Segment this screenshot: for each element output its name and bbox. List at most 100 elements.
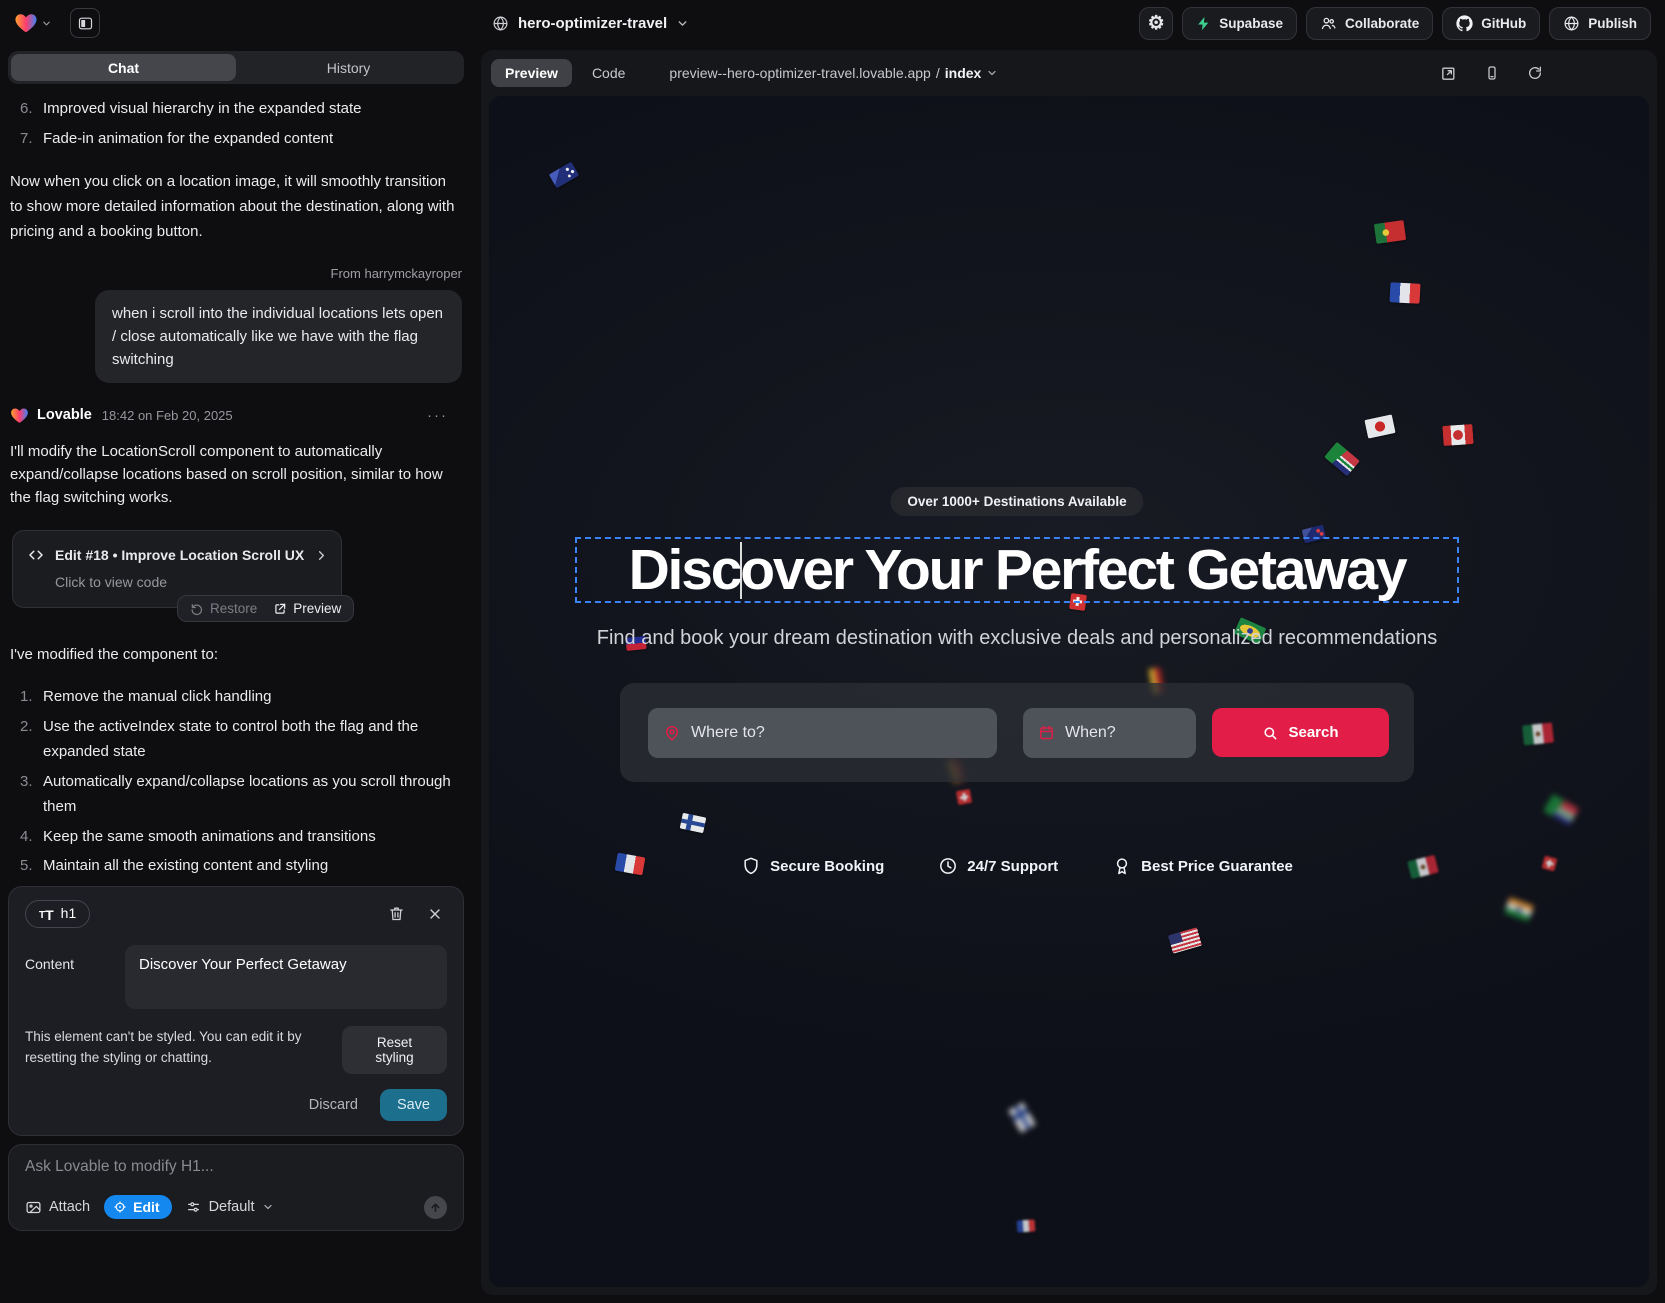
supabase-bolt-icon — [1196, 16, 1211, 31]
feature-label: 24/7 Support — [967, 858, 1058, 875]
refresh-icon[interactable] — [1527, 65, 1543, 81]
magnifier-icon — [1262, 725, 1278, 741]
editor-header: TT h1 — [25, 900, 447, 929]
edit-mode-chip[interactable]: Edit — [104, 1195, 171, 1219]
open-external-icon[interactable] — [1440, 65, 1457, 82]
more-menu-icon[interactable]: ··· — [427, 403, 448, 428]
list-number: 4. — [20, 824, 33, 850]
list-item: 4. Keep the same smooth animations and t… — [10, 824, 462, 850]
search-button[interactable]: Search — [1212, 708, 1389, 757]
tab-history[interactable]: History — [236, 54, 461, 81]
project-name: hero-optimizer-travel — [518, 15, 667, 32]
save-button[interactable]: Save — [380, 1089, 447, 1121]
content-textarea[interactable]: Discover Your Perfect Getaway — [125, 945, 447, 1009]
reset-styling-button[interactable]: Reset styling — [342, 1026, 447, 1074]
chevron-right-icon — [314, 548, 329, 563]
style-note: This element can't be styled. You can ed… — [25, 1026, 342, 1068]
shield-icon — [741, 856, 761, 876]
h1-selection-outline[interactable]: Discover Your Perfect Getaway — [575, 537, 1459, 603]
list-item: 7. Fade-in animation for the expanded co… — [10, 126, 462, 152]
list-number: 3. — [20, 769, 33, 795]
editor-note-row: This element can't be styled. You can ed… — [25, 1026, 447, 1074]
discard-button[interactable]: Discard — [309, 1097, 358, 1113]
supabase-button[interactable]: Supabase — [1182, 7, 1297, 40]
topbar-actions: ⚙ Supabase Collaborate GitHub — [1139, 7, 1651, 40]
edit-version-card[interactable]: Edit #18 • Improve Location Scroll UX Cl… — [12, 530, 342, 608]
hero-title[interactable]: Discover Your Perfect Getaway — [629, 537, 1406, 603]
edit-card-subtitle: Click to view code — [55, 573, 327, 591]
chat-scroll-area[interactable]: 6. Improved visual hierarchy in the expa… — [0, 96, 472, 880]
attach-button[interactable]: Attach — [25, 1199, 90, 1216]
people-icon — [1320, 15, 1337, 32]
close-icon[interactable] — [427, 906, 443, 922]
chat-input-toolbar: Attach Edit Default — [25, 1195, 447, 1219]
list-text: Keep the same smooth animations and tran… — [43, 828, 376, 845]
where-field[interactable] — [648, 708, 997, 758]
settings-button[interactable]: ⚙ — [1139, 7, 1173, 40]
sidebar-toggle-button[interactable] — [70, 8, 100, 38]
list-text: Use the activeIndex state to control bot… — [43, 718, 418, 761]
preview-pane: Preview Code preview--hero-optimizer-tra… — [481, 50, 1657, 1295]
tab-code[interactable]: Code — [578, 59, 639, 87]
restore-label: Restore — [210, 596, 257, 621]
preview-viewport[interactable]: Over 1000+ Destinations Available Discov… — [489, 96, 1649, 1287]
when-input[interactable] — [1065, 724, 1181, 742]
model-selector[interactable]: Default — [186, 1199, 274, 1215]
list-number: 1. — [20, 684, 33, 710]
chat-input-card: Attach Edit Default — [8, 1144, 464, 1231]
list-item: 2. Use the activeIndex state to control … — [10, 714, 462, 765]
list-text: Automatically expand/collapse locations … — [43, 773, 451, 816]
feature-secure-booking: Secure Booking — [741, 856, 884, 876]
content-label: Content — [25, 945, 125, 1009]
external-link-icon — [273, 602, 287, 616]
tab-preview[interactable]: Preview — [491, 59, 572, 87]
collaborate-label: Collaborate — [1345, 16, 1419, 31]
chevron-down-icon — [986, 67, 998, 79]
github-button[interactable]: GitHub — [1442, 7, 1540, 40]
list-item: 1. Remove the manual click handling — [10, 684, 462, 710]
restore-icon — [190, 602, 204, 616]
globe-icon — [492, 15, 509, 32]
mobile-view-icon[interactable] — [1484, 65, 1500, 81]
attach-label: Attach — [49, 1199, 90, 1215]
chevron-down-icon — [262, 1201, 274, 1213]
collaborate-button[interactable]: Collaborate — [1306, 7, 1433, 40]
award-icon — [1112, 856, 1132, 876]
gear-icon: ⚙ — [1148, 14, 1165, 33]
editor-content-row: Content Discover Your Perfect Getaway — [25, 945, 447, 1009]
where-input[interactable] — [691, 724, 982, 742]
hero-section: Over 1000+ Destinations Available Discov… — [489, 96, 1545, 1287]
calendar-icon — [1038, 724, 1055, 741]
project-switcher[interactable]: hero-optimizer-travel — [492, 0, 689, 46]
assistant-paragraph: I'll modify the LocationScroll component… — [10, 440, 462, 509]
supabase-label: Supabase — [1219, 16, 1283, 31]
edit-mode-label: Edit — [133, 1199, 159, 1215]
feature-label: Best Price Guarantee — [1141, 858, 1293, 875]
list-number: 2. — [20, 714, 33, 740]
edit-card-title: Edit #18 • Improve Location Scroll UX — [55, 543, 304, 568]
search-bar: Search — [620, 683, 1414, 782]
numbered-list: 1. Remove the manual click handling 2. U… — [10, 684, 462, 879]
lovable-heart-icon — [10, 406, 29, 425]
chat-input[interactable] — [25, 1158, 447, 1176]
publish-button[interactable]: Publish — [1549, 7, 1651, 40]
assistant-paragraph: Now when you click on a location image, … — [10, 169, 462, 244]
list-item: 3. Automatically expand/collapse locatio… — [10, 769, 462, 820]
app-window: hero-optimizer-travel ⚙ Supabase Collabo… — [0, 0, 1665, 1303]
element-tag-pill[interactable]: TT h1 — [25, 900, 90, 929]
lovable-logo-menu[interactable] — [14, 11, 52, 35]
panel-left-icon — [77, 15, 94, 32]
arrow-up-icon — [429, 1201, 442, 1214]
trash-icon[interactable] — [388, 905, 405, 922]
user-message-bubble: when i scroll into the individual locati… — [95, 290, 462, 383]
chevron-down-icon — [676, 17, 689, 30]
send-button[interactable] — [424, 1196, 447, 1219]
list-text: Improved visual hierarchy in the expande… — [43, 100, 362, 117]
when-field[interactable] — [1023, 708, 1196, 758]
github-label: GitHub — [1481, 16, 1526, 31]
restore-button[interactable]: Restore — [190, 596, 257, 621]
preview-url[interactable]: preview--hero-optimizer-travel.lovable.a… — [669, 65, 998, 81]
message-timestamp: 18:42 on Feb 20, 2025 — [102, 403, 233, 428]
tab-chat[interactable]: Chat — [11, 54, 236, 81]
preview-version-button[interactable]: Preview — [273, 596, 341, 621]
